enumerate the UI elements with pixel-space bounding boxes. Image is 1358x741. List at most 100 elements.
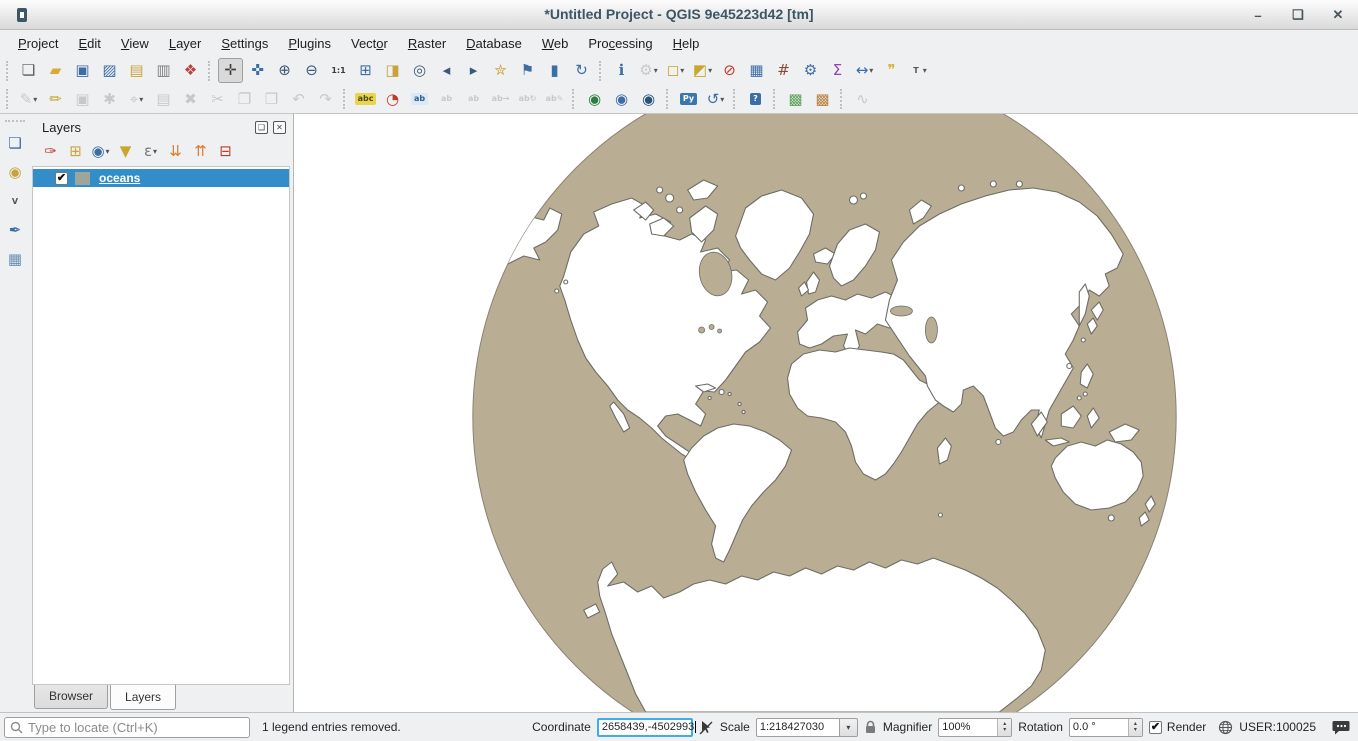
save-project-as-button[interactable]: ▨ [97, 58, 122, 83]
menu-plugins[interactable]: Plugins [278, 32, 341, 55]
measure-button[interactable]: ↔▾ [852, 58, 877, 83]
zoom-out-button[interactable]: ⊖ [299, 58, 324, 83]
new-spatial-bookmark-button[interactable]: ✮ [488, 58, 513, 83]
spinner-arrows[interactable]: ▴▾ [997, 719, 1011, 736]
select-features-button[interactable]: ◻▾ [663, 58, 688, 83]
coordinate-input[interactable]: 2658439,-4502993 [597, 718, 693, 737]
layer-row-oceans[interactable]: ✔ oceans [33, 169, 289, 187]
show-spatial-bookmarks-button[interactable]: ⚑ [515, 58, 540, 83]
zoom-next-button[interactable]: ▸ [461, 58, 486, 83]
menu-edit[interactable]: Edit [68, 32, 110, 55]
open-project-button[interactable]: ▰ [43, 58, 68, 83]
close-button[interactable]: ✕ [1330, 7, 1346, 23]
save-project-button[interactable]: ▣ [70, 58, 95, 83]
locator-search-input[interactable]: Type to locate (Ctrl+K) [4, 717, 250, 738]
identify-features-button[interactable]: ℹ [609, 58, 634, 83]
dropdown-arrow-icon[interactable]: ▾ [708, 66, 712, 75]
pan-to-selection-button[interactable]: ✜ [245, 58, 270, 83]
zoom-native-button[interactable]: 1:1 [326, 58, 351, 83]
menu-project[interactable]: Project [8, 32, 68, 55]
dropdown-arrow-icon[interactable]: ▾ [720, 95, 724, 104]
statistical-summary-button[interactable]: Σ [825, 58, 850, 83]
layer-tree[interactable]: ✔ oceans [32, 166, 290, 685]
menu-processing[interactable]: Processing [578, 32, 662, 55]
dropdown-arrow-icon[interactable]: ▾ [106, 147, 110, 156]
data-source-manager-button[interactable]: ❏ [3, 131, 28, 156]
plugin-arrow-button[interactable]: ↺▾ [703, 87, 728, 112]
lock-scale-icon[interactable] [864, 720, 877, 734]
world-globe-map[interactable] [294, 114, 1358, 712]
plugin-map-edit-button[interactable]: ▩ [810, 87, 835, 112]
plugin-map-arrow-button[interactable]: ▩ [783, 87, 808, 112]
panel-float-button[interactable]: ❏ [255, 121, 268, 134]
highlight-pinned-labels-button[interactable]: ab [407, 87, 432, 112]
select-by-value-button[interactable]: ◩▾ [690, 58, 715, 83]
dropdown-arrow-icon[interactable]: ▾ [869, 66, 873, 75]
tab-browser[interactable]: Browser [34, 685, 108, 709]
zoom-full-button[interactable]: ⊞ [353, 58, 378, 83]
magnifier-spinbox[interactable]: 100% ▴▾ [938, 718, 1012, 737]
processing-toolbox-button[interactable]: ⚙ [798, 58, 823, 83]
layer-diagram-button[interactable]: ◔ [380, 87, 405, 112]
filter-legend-button[interactable]: ▼ [114, 140, 137, 163]
dropdown-arrow-icon[interactable]: ▾ [139, 95, 143, 104]
layer-visibility-checkbox[interactable]: ✔ [55, 172, 68, 185]
open-attribute-table-button[interactable]: ▦ [744, 58, 769, 83]
extents-mouse-toggle-icon[interactable] [699, 720, 714, 735]
render-checkbox[interactable]: ✔ Render [1149, 720, 1206, 734]
new-project-button[interactable]: ❏ [16, 58, 41, 83]
layer-name[interactable]: oceans [99, 171, 140, 185]
add-group-button[interactable]: ⊞ [64, 140, 87, 163]
layer-labeling-button[interactable]: abc [353, 87, 378, 112]
layout-manager-button[interactable]: ▥ [151, 58, 176, 83]
menu-vector[interactable]: Vector [341, 32, 398, 55]
open-layer-styling-button[interactable]: ✑ [39, 140, 62, 163]
new-virtual-layer-button[interactable]: ▦ [3, 247, 28, 272]
spinner-arrows[interactable]: ▴▾ [1128, 719, 1142, 736]
dropdown-arrow-icon[interactable]: ▾ [923, 66, 927, 75]
zoom-to-layer-button[interactable]: ◎ [407, 58, 432, 83]
add-vector-layer-button[interactable]: ◉ [3, 160, 28, 185]
menu-layer[interactable]: Layer [159, 32, 212, 55]
crs-globe-icon[interactable] [1218, 720, 1233, 735]
zoom-last-button[interactable]: ◂ [434, 58, 459, 83]
menu-view[interactable]: View [111, 32, 159, 55]
map-tips-button[interactable]: ❞ [879, 58, 904, 83]
scale-dropdown-button[interactable]: ▾ [840, 718, 858, 737]
minimize-button[interactable]: – [1250, 8, 1266, 23]
panel-close-button[interactable]: ✕ [273, 121, 286, 134]
menu-web[interactable]: Web [532, 32, 579, 55]
remove-layer-button[interactable]: ⊟ [214, 140, 237, 163]
menu-database[interactable]: Database [456, 32, 532, 55]
web-service-search-button[interactable]: ◉ [609, 87, 634, 112]
maximize-button[interactable]: ❑ [1290, 7, 1306, 23]
field-calculator-button[interactable]: # [771, 58, 796, 83]
toggle-editing-button[interactable]: ✏ [43, 87, 68, 112]
refresh-button[interactable]: ↻ [569, 58, 594, 83]
new-print-layout-button[interactable]: ▤ [124, 58, 149, 83]
new-geopackage-layer-button[interactable]: ✒ [3, 218, 28, 243]
dropdown-arrow-icon[interactable]: ▾ [680, 66, 684, 75]
rotation-spinbox[interactable]: 0.0 ° ▴▾ [1069, 718, 1143, 737]
filter-by-expression-button[interactable]: ε▾ [139, 140, 162, 163]
collapse-all-button[interactable]: ⇈ [189, 140, 212, 163]
map-canvas[interactable] [293, 114, 1358, 712]
metasearch-button[interactable]: ◉ [636, 87, 661, 112]
deselect-features-button[interactable]: ⊘ [717, 58, 742, 83]
style-manager-button[interactable]: ❖ [178, 58, 203, 83]
dropdown-arrow-icon[interactable]: ▾ [33, 95, 37, 104]
expand-all-button[interactable]: ⇊ [164, 140, 187, 163]
tab-layers[interactable]: Layers [110, 685, 176, 710]
python-console-button[interactable]: Py [676, 87, 701, 112]
messages-bubble-icon[interactable] [1332, 720, 1350, 735]
scale-combo[interactable]: 1:218427030 ▾ [756, 718, 858, 737]
manage-map-themes-button[interactable]: ◉▾ [89, 140, 112, 163]
help-contents-button[interactable]: ? [743, 87, 768, 112]
bookmarks-manager-button[interactable]: ▮ [542, 58, 567, 83]
dropdown-arrow-icon[interactable]: ▾ [153, 147, 157, 156]
pan-map-button[interactable]: ✛ [218, 58, 243, 83]
web-service-add-button[interactable]: ◉ [582, 87, 607, 112]
menu-help[interactable]: Help [663, 32, 710, 55]
text-annotation-button[interactable]: T▾ [906, 58, 931, 83]
zoom-in-button[interactable]: ⊕ [272, 58, 297, 83]
